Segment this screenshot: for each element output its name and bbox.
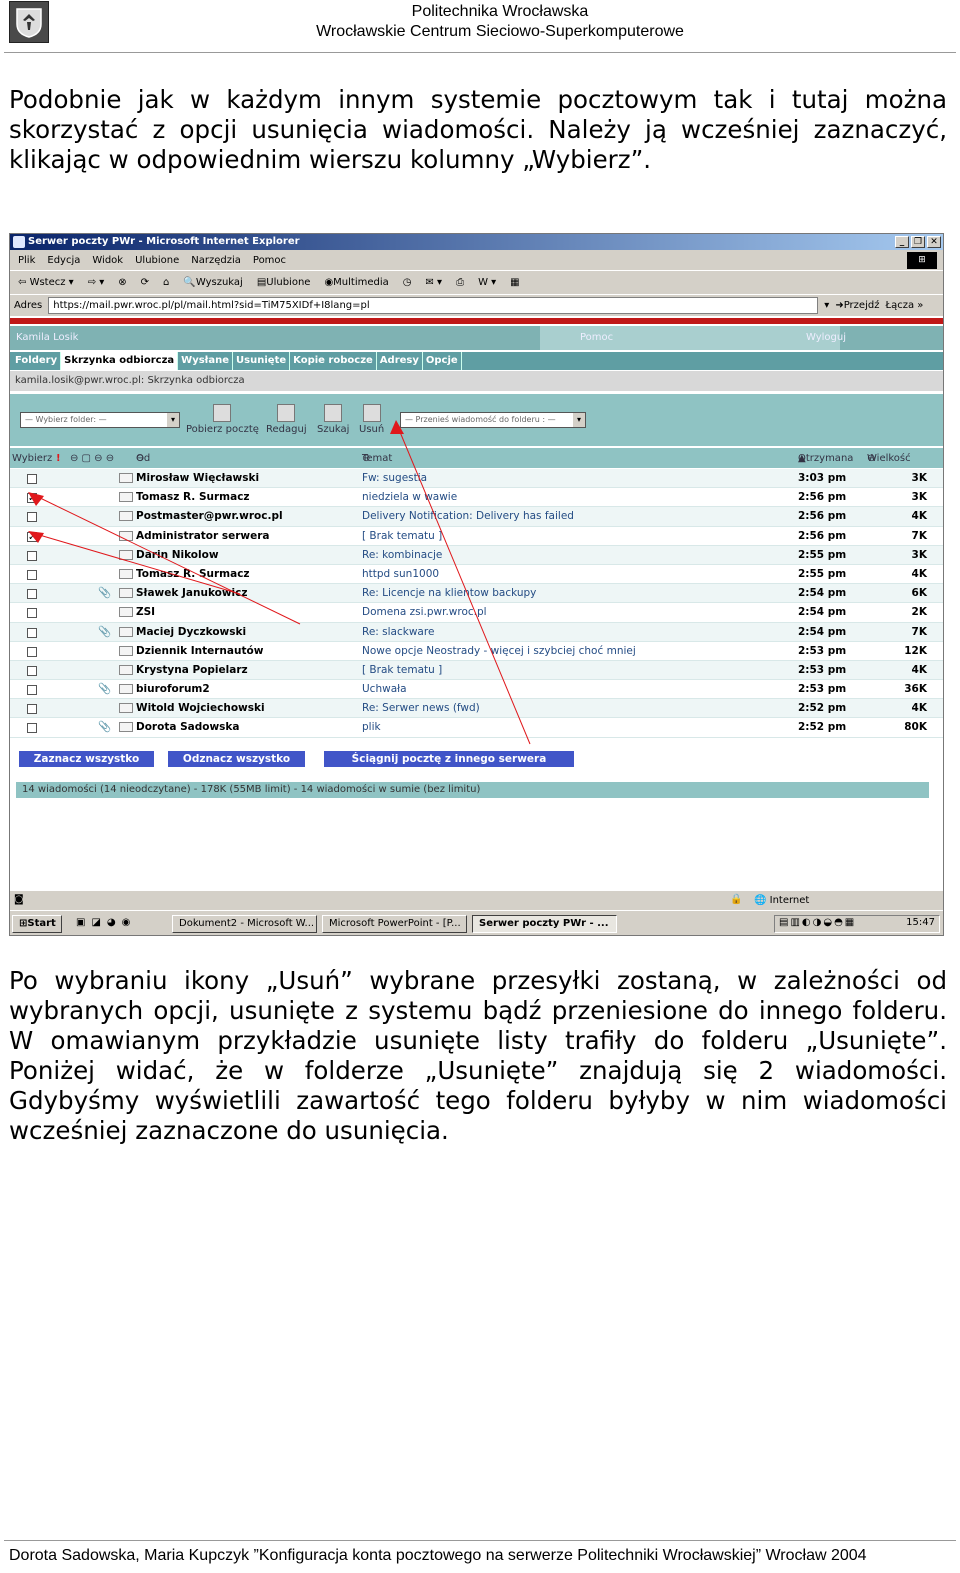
arrow-line	[35, 533, 241, 595]
arrow-head-icon	[28, 492, 44, 506]
footer-text: Dorota Sadowska, Maria Kupczyk ”Konfigur…	[9, 1547, 867, 1564]
intro-paragraph: Podobnie jak w każdym innym systemie poc…	[9, 85, 947, 174]
footer-divider	[4, 1540, 956, 1541]
university-logo	[9, 1, 49, 43]
explanation-paragraph: Po wybraniu ikony „Usuń” wybrane przesył…	[9, 966, 947, 1145]
header-divider	[4, 52, 956, 53]
taskbar-powerpoint[interactable]: Microsoft PowerPoint - [P...	[322, 915, 467, 933]
start-button[interactable]: ⊞Start	[12, 915, 62, 933]
webmail-screenshot: Serwer poczty PWr - Microsoft Internet E…	[9, 233, 944, 936]
arrow-line	[35, 495, 301, 625]
taskbar-ie[interactable]: Serwer poczty PWr - ...	[472, 915, 617, 933]
tray-icons[interactable]: ▤▥◐◑◒◓▦	[779, 917, 856, 928]
internet-zone: 🌐 Internet	[754, 895, 810, 906]
quick-launch-icons[interactable]: ▣◪◕◉	[76, 917, 136, 928]
header-university: Politechnika Wrocławska	[411, 3, 589, 20]
annotation-arrows	[28, 420, 531, 745]
page-icon: ◙	[14, 894, 24, 905]
ie-status-bar: ◙ 🔒 🌐 Internet	[10, 890, 943, 910]
header-center: Wrocławskie Centrum Sieciowo-Superkomput…	[316, 23, 684, 40]
arrow-head-icon	[28, 531, 44, 543]
arrow-head-icon	[390, 420, 404, 434]
clock: 15:47	[906, 917, 935, 928]
eagle-crest-icon	[16, 8, 42, 38]
deselect-all-button[interactable]: Odznacz wszystko	[168, 751, 305, 767]
arrow-line	[399, 431, 531, 745]
fetch-other-server-button[interactable]: Ściągnij pocztę z innego serwera	[324, 751, 574, 767]
lock-icon: 🔒	[730, 894, 743, 905]
mailbox-status: 14 wiadomości (14 nieodczytane) - 178K (…	[16, 782, 929, 798]
select-all-button[interactable]: Zaznacz wszystko	[19, 751, 154, 767]
taskbar-word[interactable]: Dokument2 - Microsoft W...	[172, 915, 317, 933]
windows-taskbar: ⊞Start ▣◪◕◉ Dokument2 - Microsoft W... M…	[10, 910, 943, 935]
system-tray: ▤▥◐◑◒◓▦ 15:47	[774, 915, 940, 933]
